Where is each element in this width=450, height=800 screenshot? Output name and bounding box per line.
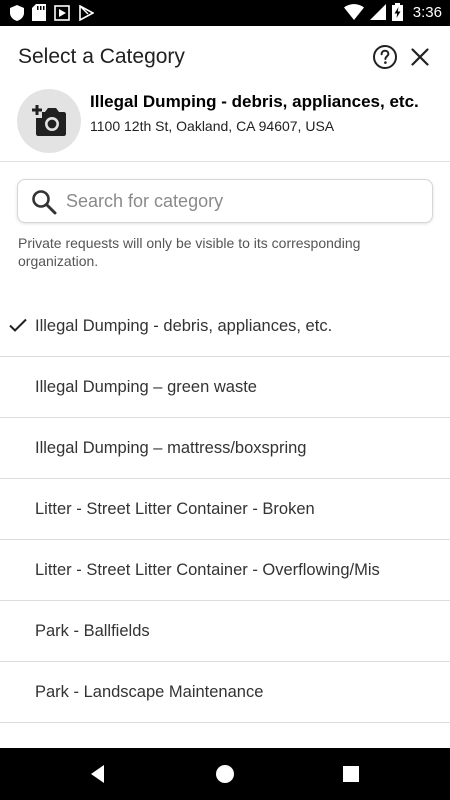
category-item-litter-container-overflowing[interactable]: Litter - Street Litter Container - Overf…: [0, 540, 450, 601]
status-right-icons: 3:36: [343, 3, 442, 21]
category-list: Illegal Dumping - debris, appliances, et…: [0, 296, 450, 723]
add-photo-button[interactable]: [17, 89, 81, 153]
play-store-icon: [79, 4, 94, 21]
signal-icon: [369, 4, 386, 20]
list-item-label: Illegal Dumping – mattress/boxspring: [35, 439, 307, 457]
search-icon: [32, 190, 57, 215]
list-item-label: Litter - Street Litter Container - Broke…: [35, 500, 315, 518]
category-item-litter-container-broken[interactable]: Litter - Street Litter Container - Broke…: [0, 479, 450, 540]
category-item-illegal-dumping-green-waste[interactable]: Illegal Dumping – green waste: [0, 357, 450, 418]
status-time: 3:36: [412, 3, 442, 21]
check-icon: [9, 318, 27, 332]
list-item-label: Litter - Street Litter Container - Overf…: [35, 561, 380, 579]
list-item-label: Park - Landscape Maintenance: [35, 683, 264, 701]
list-item-label: Park - Ballfields: [35, 622, 150, 640]
nav-home-button[interactable]: [213, 762, 237, 786]
selected-category-title: Illegal Dumping - debris, appliances, et…: [90, 92, 419, 111]
category-item-illegal-dumping-mattress[interactable]: Illegal Dumping – mattress/boxspring: [0, 418, 450, 479]
add-photo-icon: [32, 105, 66, 136]
play-store-icon: [54, 4, 70, 21]
list-item-label: Illegal Dumping – green waste: [35, 378, 257, 396]
header: Select a Category Illegal Dumping - debr…: [0, 26, 450, 162]
help-circle-icon: [373, 45, 397, 69]
category-item-park-ballfields[interactable]: Park - Ballfields: [0, 601, 450, 662]
home-icon: [216, 765, 234, 783]
sd-card-icon: [32, 4, 46, 21]
category-item-park-landscape-maintenance[interactable]: Park - Landscape Maintenance: [0, 662, 450, 723]
status-left-icons: [10, 4, 94, 21]
page-title: Select a Category: [18, 45, 185, 68]
list-item-label: Illegal Dumping - debris, appliances, et…: [35, 317, 333, 335]
status-bar: 3:36: [0, 0, 450, 26]
shield-icon: [10, 4, 24, 21]
battery-charging-icon: [391, 3, 403, 21]
location-address: 1100 12th St, Oakland, CA 94607, USA: [90, 118, 335, 134]
search-box[interactable]: [17, 179, 433, 223]
back-icon: [91, 765, 104, 783]
wifi-icon: [343, 4, 364, 20]
recents-icon: [343, 766, 359, 782]
close-icon: [411, 48, 429, 66]
system-nav-bar: [0, 748, 450, 800]
nav-recents-button[interactable]: [339, 762, 363, 786]
close-button[interactable]: [408, 45, 432, 69]
category-item-illegal-dumping-debris[interactable]: Illegal Dumping - debris, appliances, et…: [0, 296, 450, 357]
search-input[interactable]: [66, 186, 421, 216]
nav-back-button[interactable]: [86, 762, 110, 786]
private-requests-note: Private requests will only be visible to…: [18, 235, 361, 269]
help-button[interactable]: [372, 44, 398, 70]
